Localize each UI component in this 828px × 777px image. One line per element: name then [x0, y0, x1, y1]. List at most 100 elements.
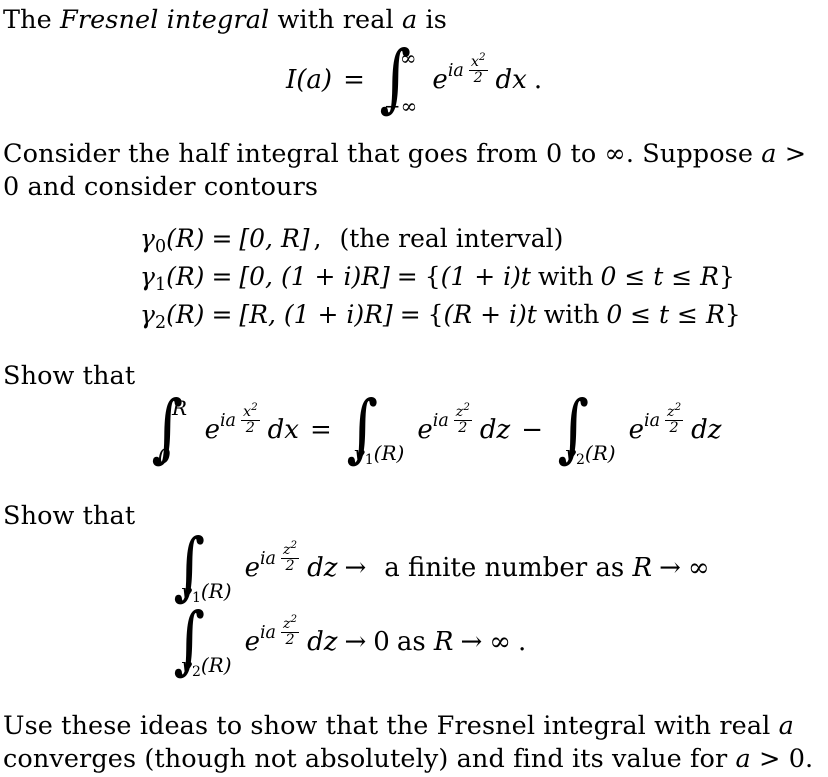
term-1-exponent-prefix: ia [219, 411, 236, 431]
numerator-power: 2 [674, 401, 682, 414]
numerator-power: 2 [290, 613, 298, 626]
gamma0-argument: (R) [166, 224, 205, 253]
trailing-period: . [533, 65, 543, 95]
equation-gamma2-vanishing-limit: ∫ γ2(R) eia z2 2 dz → 0 as R → ∞. [170, 603, 526, 680]
integral-3-lower-limit: γ2(R) [564, 441, 616, 468]
paragraph-consider-half-integral: Consider the half integral that goes fro… [3, 138, 825, 204]
gamma0-symbol: γ [140, 224, 155, 253]
integrand-exponent: ia z2 2 [259, 614, 300, 648]
gamma-symbol: γ [352, 441, 365, 466]
gamma-subscript: 2 [575, 452, 585, 468]
intro-line: The Fresnel integral with real a is [3, 4, 447, 37]
integral-gamma2-lower-limit: γ2(R) [180, 653, 232, 680]
fraction-numerator: z2 [280, 540, 300, 560]
exponent-prefix-ia: ia [447, 61, 464, 81]
document-page: The Fresnel integral with real a is I(a)… [0, 0, 828, 777]
gamma-subscript: 1 [364, 452, 374, 468]
numerator-power: 2 [290, 539, 298, 552]
integrand-base-e: e [432, 65, 448, 95]
gamma1-interval: [0, (1 + i)R] [239, 261, 390, 291]
gamma2-argument: (R) [166, 299, 205, 329]
gamma1-symbol: γ [140, 261, 155, 291]
gamma1-builder-expression: (1 + i)t [440, 261, 531, 291]
contour-definition-gamma0: γ0(R) = [0, R], (the real interval) [140, 224, 741, 262]
show-that-heading-2: Show that [3, 501, 136, 531]
term-1-base-e: e [204, 415, 220, 445]
integral-1-upper-limit: R [172, 396, 188, 420]
fraction-denominator: 2 [285, 632, 295, 649]
term-3-exponent: ia z2 2 [644, 402, 684, 436]
gamma-argument: (R) [373, 441, 405, 466]
gamma0-equals: = [211, 224, 233, 253]
term-3-differential-dz: dz [691, 415, 722, 445]
contour-definitions-block: γ0(R) = [0, R], (the real interval) γ1(R) =[… [140, 224, 741, 338]
term-2-base-e: e [417, 415, 433, 445]
term-1-differential-dx: dx [267, 415, 299, 445]
final-variable-a: a [778, 711, 794, 741]
gamma2-equals: = [211, 299, 233, 329]
variable-R: R [433, 627, 454, 657]
gamma-argument: (R) [584, 441, 616, 466]
arrow-right-icon: → [344, 627, 367, 657]
gamma-symbol: γ [180, 653, 192, 678]
gamma1-brace-close: } [718, 261, 735, 291]
arrow-right-icon-2: → [460, 627, 483, 657]
equals-sign: = [343, 65, 365, 95]
integral-2-lower-limit: γ1(R) [353, 441, 405, 468]
gamma2-builder-with: with [543, 299, 600, 329]
differential-dx: dx [495, 65, 527, 95]
integral-sign-group: ∫ ∞ −∞ [376, 41, 417, 118]
numerator-power: 2 [463, 401, 470, 414]
gamma1-equals: = [211, 261, 233, 291]
term-1-exponent: ia x2 2 [219, 402, 261, 436]
numerator-variable: x [470, 53, 479, 70]
gamma2-builder-expression: (R + i)t [443, 299, 537, 329]
integrand-base-e: e [244, 627, 260, 657]
exponent-fraction: z2 2 [280, 614, 300, 649]
gamma2-brace-open: { [427, 299, 444, 329]
equation-gamma1-finite-limit: ∫ γ1(R) eia z2 2 dz → a finite number as R → ∞ [170, 529, 710, 606]
equation-lhs: I(a) [286, 65, 333, 95]
gamma-argument: (R) [200, 579, 232, 604]
fraction-numerator: z2 [453, 402, 472, 422]
numerator-power: 2 [478, 51, 486, 64]
gamma2-builder-range: 0 ≤ t ≤ R [606, 299, 725, 329]
variable-R: R [632, 553, 653, 583]
term-2-fraction: z2 2 [453, 402, 472, 437]
fraction-denominator: 2 [245, 420, 255, 437]
differential-dz: dz [307, 627, 338, 657]
gamma0-subscript: 0 [154, 236, 167, 257]
equation-fresnel-integral: I(a) = ∫ ∞ −∞ eia x2 2 dx. [286, 41, 543, 118]
exponent-fraction: x2 2 [468, 52, 488, 86]
differential-dz: dz [307, 553, 338, 583]
show-that-heading-1: Show that [3, 361, 136, 391]
gamma0-comma: , [313, 224, 322, 253]
gamma1-equals-2: = [396, 261, 418, 291]
consider-text-1: Consider the half integral that goes fro… [3, 139, 762, 169]
integrand-exponent: ia z2 2 [260, 540, 300, 574]
exponent-prefix-ia: ia [259, 623, 276, 643]
gamma1-builder-with: with [537, 261, 594, 291]
gamma0-note: (the real interval) [339, 224, 564, 253]
fraction-numerator: x2 [240, 402, 260, 422]
gamma-argument: (R) [200, 653, 232, 678]
numerator-variable: x [242, 403, 252, 420]
infinity-symbol: ∞ [687, 553, 710, 583]
fraction-denominator: 2 [669, 420, 679, 437]
term-3-fraction: z2 2 [665, 402, 684, 437]
fraction-numerator: z2 [280, 614, 300, 634]
integral-gamma1-group: ∫ γ1(R) [170, 529, 231, 606]
numerator-variable: z [282, 615, 291, 632]
numerator-variable: z [667, 403, 675, 420]
intro-text-before: The [3, 5, 61, 35]
equation-show1-equals: = [309, 415, 332, 445]
integral-3-group: ∫ γ2(R) [554, 391, 616, 468]
gamma-subscript: 2 [191, 664, 201, 680]
term-1-fraction: x2 2 [240, 402, 260, 437]
paragraph-final-instruction: Use these ideas to show that the Fresnel… [3, 710, 825, 776]
integrand-base-e: e [244, 553, 260, 583]
fraction-denominator: 2 [458, 420, 468, 437]
integral-upper-limit: ∞ [399, 46, 417, 70]
intro-text-tail: is [417, 5, 447, 35]
intro-variable-a: a [401, 5, 418, 35]
